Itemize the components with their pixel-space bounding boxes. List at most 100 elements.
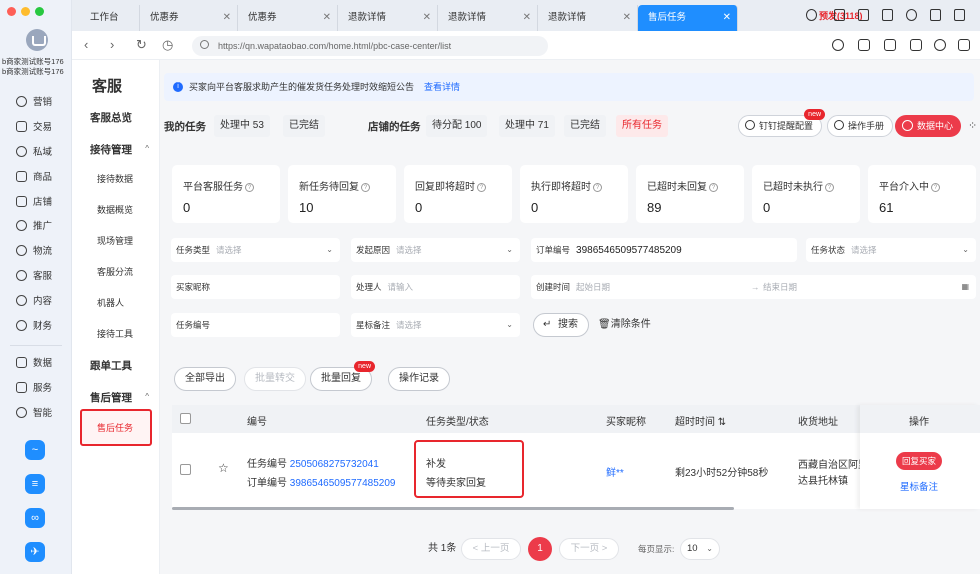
timeout-sort-header[interactable]: 超时时间 ⇅: [675, 413, 726, 428]
menu-item-site-management[interactable]: 现场管理: [97, 234, 133, 247]
metric-card[interactable]: 平台介入中? 61: [868, 165, 976, 223]
order-number-input[interactable]: 订单编号 3986546509577485209: [531, 238, 797, 262]
task-type-select[interactable]: 任务类型 请选择 ⌄: [171, 238, 340, 262]
phone-icon[interactable]: [834, 9, 845, 21]
nav-item-content[interactable]: 内容: [16, 293, 52, 307]
tab-coupon[interactable]: 优惠券 ✕: [140, 5, 238, 31]
dingding-reminder-button[interactable]: 钉钉提醒配置 new: [738, 109, 826, 137]
maximize-window-button[interactable]: [35, 7, 44, 16]
prev-page-button[interactable]: < 上一页: [461, 538, 521, 560]
bookmark-icon[interactable]: [910, 39, 922, 51]
nav-item-product[interactable]: 商品: [16, 169, 52, 183]
manual-button[interactable]: 操作手册: [827, 115, 894, 137]
star-note-link[interactable]: 星标备注: [900, 479, 938, 493]
filter-my-done[interactable]: 已完结: [283, 115, 325, 137]
batch-reply-button[interactable]: 批量回复 new: [310, 361, 375, 391]
menu-item-routing[interactable]: 客服分流: [97, 265, 133, 278]
close-icon[interactable]: ✕: [623, 5, 631, 31]
menu-item-reception-tools[interactable]: 接待工具: [97, 327, 133, 340]
url-input[interactable]: https://qn.wapataobao.com/home.html/pbc-…: [192, 36, 548, 56]
data-center-button[interactable]: 数据中心: [895, 115, 962, 137]
robot-icon[interactable]: [806, 9, 817, 21]
order-number-link[interactable]: 3986546509577485209: [290, 478, 396, 489]
book-icon[interactable]: [858, 9, 869, 21]
nav-item-finance[interactable]: 财务: [16, 318, 52, 332]
filter-my-processing[interactable]: 处理中 53: [214, 115, 270, 137]
help-icon[interactable]: ?: [593, 183, 602, 192]
nav-item-data[interactable]: 数据: [16, 355, 52, 369]
star-note-select[interactable]: 星标备注 请选择 ⌄: [351, 313, 520, 337]
nav-item-store[interactable]: 店铺: [16, 194, 52, 208]
tab-coupon[interactable]: 优惠券 ✕: [238, 5, 338, 31]
batch-transfer-button[interactable]: 批量转交: [244, 367, 306, 391]
star-icon[interactable]: ☆: [218, 461, 229, 475]
app-shortcut-icon[interactable]: ≡: [25, 474, 45, 494]
close-icon[interactable]: ✕: [523, 5, 531, 31]
history-icon[interactable]: ◷: [162, 37, 173, 53]
grid-icon[interactable]: ⁘: [968, 119, 977, 132]
refresh-icon[interactable]: [832, 39, 844, 51]
minimize-window-button[interactable]: [21, 7, 30, 16]
created-date-range[interactable]: 创建时间 起始日期 → 结束日期 ▦: [531, 275, 976, 299]
chevron-up-icon[interactable]: ^: [145, 144, 149, 153]
task-number-link[interactable]: 2505068275732041: [290, 459, 379, 470]
tab-refund-detail[interactable]: 退款详情 ✕: [338, 5, 438, 31]
reason-select[interactable]: 发起原因 请选择 ⌄: [351, 238, 520, 262]
metric-card[interactable]: 已超时未回复? 89: [636, 165, 744, 223]
nav-item-private[interactable]: 私域: [16, 144, 52, 158]
menu-group-after-sales[interactable]: 售后管理: [90, 390, 132, 405]
metric-card[interactable]: 回复即将超时? 0: [404, 165, 512, 223]
metric-card[interactable]: 平台客服任务? 0: [172, 165, 280, 223]
avatar[interactable]: [26, 29, 48, 51]
app-shortcut-icon[interactable]: ~: [25, 440, 45, 460]
menu-item-reception-data[interactable]: 接待数据: [97, 172, 133, 185]
export-all-button[interactable]: 全部导出: [174, 367, 236, 391]
help-icon[interactable]: ?: [245, 183, 254, 192]
horizontal-scrollbar[interactable]: [172, 507, 734, 510]
nav-item-smart[interactable]: 智能: [16, 405, 52, 419]
nav-item-promotion[interactable]: 推广: [16, 218, 52, 232]
page-size-select[interactable]: 10 ⌄: [680, 538, 720, 560]
notice-link[interactable]: 查看详情: [424, 82, 460, 92]
nav-item-customer-service[interactable]: 客服: [16, 268, 52, 282]
task-number-input[interactable]: 任务编号: [171, 313, 340, 337]
filter-store-pending[interactable]: 待分配 100: [426, 115, 488, 137]
calendar-icon[interactable]: [882, 9, 893, 21]
clock-icon[interactable]: [934, 39, 946, 51]
menu-item-after-sales-task[interactable]: 售后任务: [80, 409, 152, 446]
menu-item-data-overview[interactable]: 数据概览: [97, 203, 133, 216]
close-icon[interactable]: ✕: [423, 5, 431, 31]
filter-all-tasks[interactable]: 所有任务: [616, 115, 668, 137]
reload-icon[interactable]: ↻: [136, 37, 147, 53]
help-icon[interactable]: ?: [709, 183, 718, 192]
edit-icon[interactable]: [954, 9, 965, 21]
search-button[interactable]: ↵ 搜索: [533, 313, 589, 337]
filter-store-done[interactable]: 已完结: [564, 115, 606, 137]
operation-log-button[interactable]: 操作记录: [388, 367, 450, 391]
copy-icon[interactable]: [858, 39, 870, 51]
back-icon[interactable]: ‹: [84, 37, 88, 52]
next-page-button[interactable]: 下一页 >: [559, 538, 619, 560]
close-window-button[interactable]: [7, 7, 16, 16]
current-page[interactable]: 1: [528, 537, 552, 561]
forward-icon[interactable]: ›: [110, 37, 114, 52]
close-icon[interactable]: ✕: [323, 5, 331, 31]
buyer-nick-input[interactable]: 买家昵称: [171, 275, 340, 299]
shirt-icon[interactable]: [930, 9, 941, 21]
tab-refund-detail[interactable]: 退款详情 ✕: [438, 5, 538, 31]
tab-refund-detail[interactable]: 退款详情 ✕: [538, 5, 638, 31]
metric-card[interactable]: 已超时未执行? 0: [752, 165, 860, 223]
row-checkbox[interactable]: [180, 464, 191, 475]
screenshot-icon[interactable]: [958, 39, 970, 51]
close-icon[interactable]: ✕: [723, 5, 731, 31]
task-status-select[interactable]: 任务状态 请选择 ⌄: [806, 238, 976, 262]
menu-item-robot[interactable]: 机器人: [97, 296, 124, 309]
reply-buyer-button[interactable]: 回复买家: [896, 452, 943, 470]
buyer-nick-link[interactable]: 鲜**: [606, 464, 624, 479]
help-icon[interactable]: ?: [825, 183, 834, 192]
app-shortcut-icon[interactable]: ∞: [25, 508, 45, 528]
clear-conditions-button[interactable]: 🗑清除条件: [598, 313, 651, 337]
tab-workbench[interactable]: 工作台: [80, 5, 140, 31]
select-all-checkbox[interactable]: [180, 413, 191, 424]
tab-after-sales-task[interactable]: 售后任务 ✕: [638, 5, 738, 31]
